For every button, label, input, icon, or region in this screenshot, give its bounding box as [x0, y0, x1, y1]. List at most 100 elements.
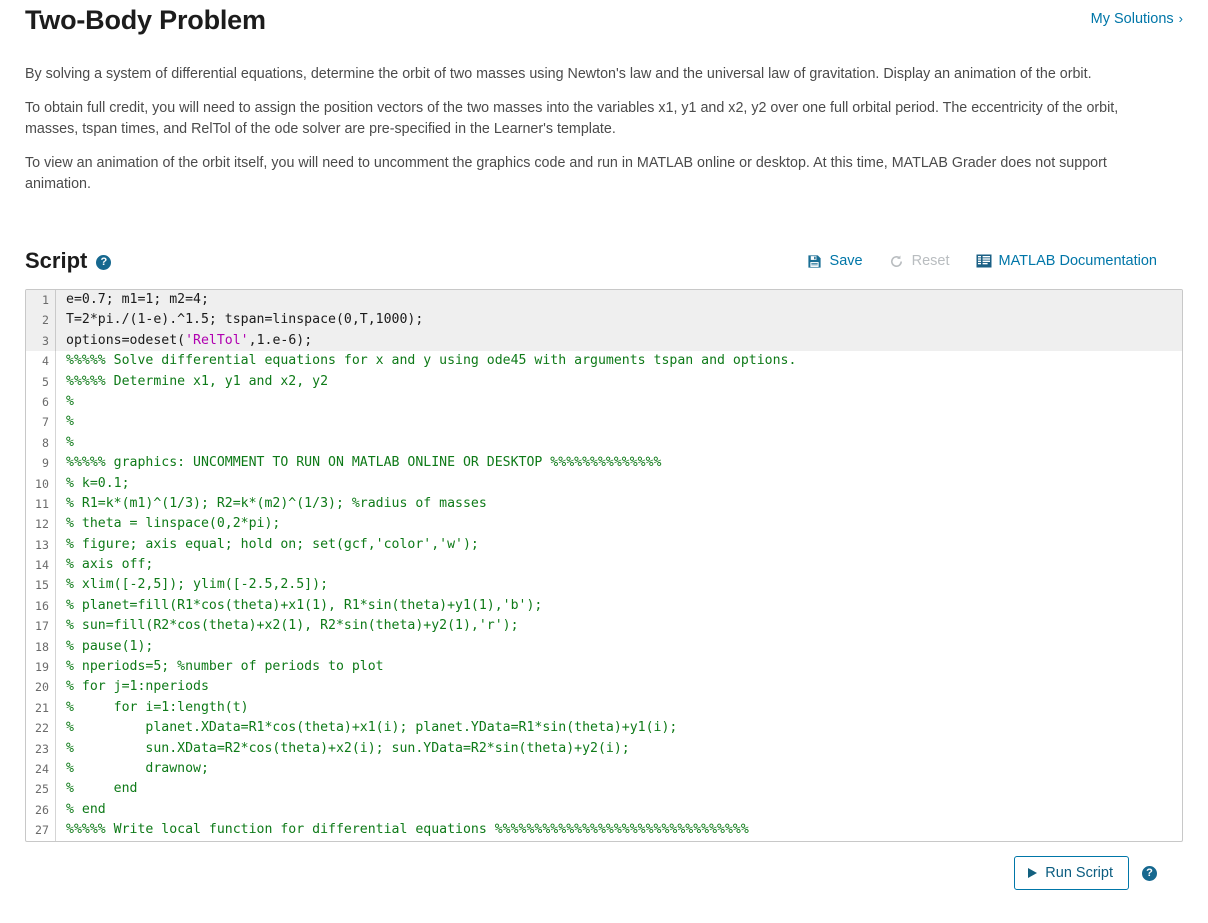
description-paragraph: To view an animation of the orbit itself… [25, 155, 1107, 192]
code-line[interactable]: 5 %%%%% Determine x1, y1 and x2, y2 [26, 371, 1182, 392]
code-text[interactable]: %%%%% Solve differential equations for x… [56, 351, 1182, 371]
code-text[interactable]: % end [56, 800, 1182, 820]
code-text[interactable]: % for i=1:length(t) [56, 698, 1182, 718]
code-text[interactable]: % [56, 392, 1182, 412]
run-script-help-icon[interactable]: ? [1142, 866, 1157, 882]
code-line[interactable]: 18 % pause(1); [26, 636, 1182, 658]
line-number: 27 [26, 820, 56, 841]
code-line[interactable]: 12 % theta = linspace(0,2*pi); [26, 514, 1182, 535]
code-comment: % planet=fill(R1*cos(theta)+x1(1), R1*si… [66, 597, 543, 613]
code-comment: % k=0.1; [66, 475, 130, 491]
code-text[interactable]: % axis off; [56, 555, 1182, 575]
line-number: 26 [26, 799, 56, 821]
save-button[interactable]: Save [807, 253, 863, 269]
code-line[interactable]: 22 % planet.XData=R1*cos(theta)+x1(i); pl… [26, 718, 1182, 739]
refresh-icon [889, 253, 905, 269]
code-comment: % [66, 414, 74, 430]
code-comment: % nperiods=5; %number of periods to plot [66, 659, 384, 675]
line-number: 13 [26, 534, 56, 556]
code-token: T=2*pi./(1-e).^1.5; tspan=linspace(0,T,1… [66, 312, 424, 328]
code-line[interactable]: 26 % end [26, 799, 1182, 821]
code-editor[interactable]: 1 e=0.7; m1=1; m2=4; 2 T=2*pi./(1-e).^1.5; … [25, 289, 1183, 842]
code-text[interactable]: T=2*pi./(1-e).^1.5; tspan=linspace(0,T,1… [56, 310, 1182, 330]
code-comment: %%%%% Determine x1, y1 and x2, y2 [66, 373, 329, 389]
problem-description: By solving a system of differential equa… [25, 64, 1183, 195]
code-text[interactable]: % drawnow; [56, 759, 1182, 779]
code-line[interactable]: 4 %%%%% Solve differential equations for … [26, 351, 1182, 372]
code-line[interactable]: 15 % xlim([-2,5]); ylim([-2.5,2.5]); [26, 575, 1182, 596]
code-text[interactable]: % end [56, 779, 1182, 799]
script-section-header: Script ? Save Reset MATLAB Documentation [25, 247, 1183, 275]
code-text[interactable]: % planet.XData=R1*cos(theta)+x1(i); plan… [56, 718, 1182, 738]
code-line[interactable]: 8% [26, 432, 1182, 454]
code-text[interactable]: % R1=k*(m1)^(1/3); R2=k*(m2)^(1/3); %rad… [56, 494, 1182, 514]
code-text[interactable]: % nperiods=5; %number of periods to plot [56, 657, 1182, 677]
matlab-documentation-button[interactable]: MATLAB Documentation [976, 253, 1157, 269]
code-line[interactable]: 3 options=odeset('RelTol',1.e-6); [26, 330, 1182, 352]
line-number: 23 [26, 738, 56, 759]
reset-label: Reset [911, 253, 950, 269]
code-text[interactable]: %%%%% graphics: UNCOMMENT TO RUN ON MATL… [56, 453, 1182, 473]
reset-button[interactable]: Reset [889, 253, 950, 269]
code-text[interactable]: % [56, 433, 1182, 453]
code-comment: % [66, 434, 74, 450]
code-text[interactable]: % theta = linspace(0,2*pi); [56, 514, 1182, 534]
code-line[interactable]: 19 % nperiods=5; %number of periods to pl… [26, 657, 1182, 678]
page-header: Two-Body Problem My Solutions › [25, 0, 1183, 38]
script-help-icon[interactable]: ? [96, 254, 112, 270]
script-title-group: Script ? [25, 247, 112, 275]
code-line[interactable]: 2 T=2*pi./(1-e).^1.5; tspan=linspace(0,T,… [26, 310, 1182, 331]
code-token: ,1.e-6); [248, 332, 313, 348]
code-line[interactable]: 10 % k=0.1; [26, 473, 1182, 494]
code-line[interactable]: 9 %%%%% graphics: UNCOMMENT TO RUN ON MAT… [26, 453, 1182, 474]
code-token: e=0.7; m1=1; m2=4; [66, 292, 209, 307]
code-text[interactable]: % xlim([-2,5]); ylim([-2.5,2.5]); [56, 575, 1182, 595]
code-text[interactable]: % planet=fill(R1*cos(theta)+x1(1), R1*si… [56, 596, 1182, 616]
line-number: 5 [26, 371, 56, 392]
code-comment: % drawnow; [66, 760, 209, 776]
line-number: 19 [26, 657, 56, 678]
description-paragraph: To obtain full credit, you will need to … [25, 100, 1119, 137]
code-text[interactable]: % for j=1:nperiods [56, 677, 1182, 697]
code-line[interactable]: 21 % for i=1:length(t) [26, 697, 1182, 719]
line-number: 8 [26, 432, 56, 454]
line-number: 9 [26, 453, 56, 474]
page-title: Two-Body Problem [25, 5, 266, 35]
code-comment: % end [66, 801, 106, 817]
code-line[interactable]: 14 % axis off; [26, 555, 1182, 576]
code-text[interactable]: options=odeset('RelTol',1.e-6); [56, 331, 1182, 351]
chevron-right-icon: › [1178, 11, 1183, 26]
code-text[interactable]: % sun.XData=R2*cos(theta)+x2(i); sun.YDa… [56, 739, 1182, 759]
run-script-button[interactable]: Run Script [1014, 855, 1129, 890]
code-comment: %%%%% graphics: UNCOMMENT TO RUN ON MATL… [66, 455, 662, 471]
code-text[interactable]: % sun=fill(R2*cos(theta)+x2(1), R2*sin(t… [56, 616, 1182, 636]
code-string: 'RelTol' [185, 332, 249, 348]
line-number: 17 [26, 616, 56, 637]
code-line[interactable]: 1 e=0.7; m1=1; m2=4; [26, 290, 1182, 311]
line-number: 1 [26, 290, 56, 311]
line-number: 24 [26, 758, 56, 780]
code-text[interactable]: % pause(1); [56, 637, 1182, 657]
code-line[interactable]: 16 % planet=fill(R1*cos(theta)+x1(1), R1*… [26, 595, 1182, 617]
code-text[interactable]: e=0.7; m1=1; m2=4; [56, 290, 1182, 310]
line-number: 15 [26, 575, 56, 596]
code-text[interactable]: % figure; axis equal; hold on; set(gcf,'… [56, 535, 1182, 555]
code-text[interactable]: %%%%% Determine x1, y1 and x2, y2 [56, 372, 1182, 392]
description-paragraph: By solving a system of differential equa… [25, 66, 1092, 82]
code-line[interactable]: 23 % sun.XData=R2*cos(theta)+x2(i); sun.Y… [26, 738, 1182, 759]
code-text[interactable]: % [56, 412, 1182, 432]
my-solutions-link[interactable]: My Solutions › [1091, 6, 1183, 32]
code-line[interactable]: 7% [26, 412, 1182, 433]
line-number: 11 [26, 493, 56, 515]
code-line[interactable]: 20 % for j=1:nperiods [26, 677, 1182, 698]
code-line[interactable]: 25 % end [26, 779, 1182, 800]
code-line[interactable]: 11 % R1=k*(m1)^(1/3); R2=k*(m2)^(1/3); %r… [26, 493, 1182, 515]
play-icon [1028, 867, 1038, 878]
code-text[interactable]: %%%%% Write local function for different… [56, 820, 1182, 840]
code-text[interactable]: % k=0.1; [56, 474, 1182, 494]
code-line[interactable]: 24 % drawnow; [26, 758, 1182, 780]
code-line[interactable]: 17 % sun=fill(R2*cos(theta)+x2(1), R2*sin… [26, 616, 1182, 637]
code-line[interactable]: 13 % figure; axis equal; hold on; set(gcf… [26, 534, 1182, 556]
code-line[interactable]: 6% [26, 391, 1182, 413]
code-line[interactable]: 27 %%%%% Write local function for differe… [26, 820, 1182, 841]
